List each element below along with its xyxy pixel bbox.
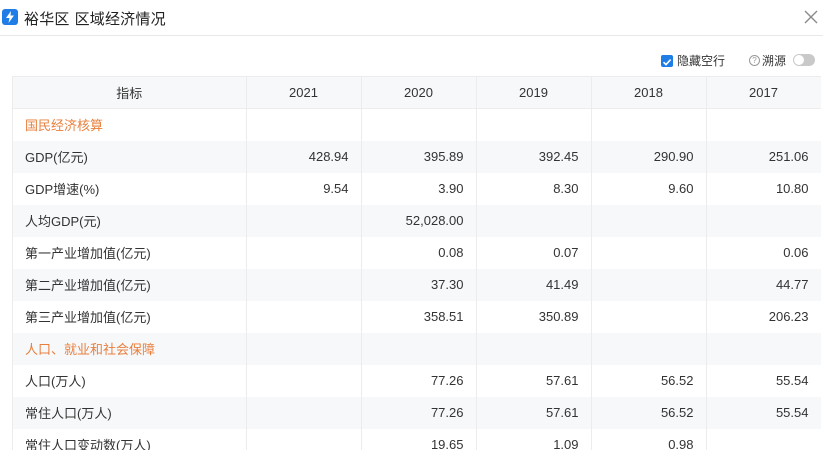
- indicator-name: 第三产业增加值(亿元): [13, 300, 247, 333]
- indicator-name: GDP(亿元): [13, 140, 247, 173]
- table-cell: 55.54: [706, 396, 821, 429]
- table-cell: 3.90: [361, 172, 477, 205]
- table-row: GDP增速(%) 9.54 3.90 8.30 9.60 10.80: [13, 172, 821, 205]
- table-cell: 37.30: [361, 268, 477, 301]
- column-header-indicator: 指标: [13, 76, 247, 109]
- column-header-year: 2017: [706, 76, 821, 109]
- indicator-name: 常住人口(万人): [13, 396, 247, 429]
- table-cell: 428.94: [246, 140, 362, 173]
- table-cell: 52,028.00: [361, 204, 477, 237]
- indicator-name: 常住人口变动数(万人): [13, 428, 247, 450]
- table-cell: [706, 332, 821, 365]
- table-row: 常住人口(万人) 77.26 57.61 56.52 55.54: [13, 396, 821, 429]
- table-cell: 290.90: [591, 140, 707, 173]
- table-cell: 206.23: [706, 300, 821, 333]
- section-title: 人口、就业和社会保障: [13, 332, 247, 365]
- table-cell: [476, 204, 592, 237]
- table-cell: [591, 204, 707, 237]
- table-cell: [246, 364, 362, 397]
- table-cell: [591, 268, 707, 301]
- table-cell: 8.30: [476, 172, 592, 205]
- table-cell: [246, 236, 362, 269]
- table-row: 人均GDP(元) 52,028.00: [13, 204, 821, 237]
- table-cell: 56.52: [591, 396, 707, 429]
- table-cell: 44.77: [706, 268, 821, 301]
- table-cell: [246, 300, 362, 333]
- table-row: 第三产业增加值(亿元) 358.51 350.89 206.23: [13, 300, 821, 333]
- table-cell: 77.26: [361, 396, 477, 429]
- table-cell: 57.61: [476, 396, 592, 429]
- checkbox-check-icon: [662, 59, 672, 66]
- table-header-row: 指标 2021 2020 2019 2018 2017: [13, 76, 821, 109]
- table-cell: [246, 204, 362, 237]
- column-header-year: 2021: [246, 76, 362, 109]
- table-cell: [706, 428, 821, 450]
- indicator-name: 人口(万人): [13, 364, 247, 397]
- table-row: 人口(万人) 77.26 57.61 56.52 55.54: [13, 364, 821, 397]
- window-titlebar: 裕华区 区域经济情况: [0, 0, 823, 36]
- economy-table-container[interactable]: 指标 2021 2020 2019 2018 2017 国民经济核算 GDP(亿元) 428.…: [12, 76, 821, 450]
- table-cell: 41.49: [476, 268, 592, 301]
- table-cell: [591, 236, 707, 269]
- table-cell: 395.89: [361, 140, 477, 173]
- indicator-name: 第一产业增加值(亿元): [13, 236, 247, 269]
- table-cell: [706, 204, 821, 237]
- table-cell: [361, 108, 477, 141]
- lightning-icon: [2, 9, 18, 25]
- table-cell: [361, 332, 477, 365]
- table-cell: 358.51: [361, 300, 477, 333]
- table-cell: 10.80: [706, 172, 821, 205]
- table-cell: 0.98: [591, 428, 707, 450]
- table-cell: [706, 108, 821, 141]
- table-cell: 350.89: [476, 300, 592, 333]
- table-row: GDP(亿元) 428.94 395.89 392.45 290.90 251.06: [13, 140, 821, 173]
- indicator-name: 人均GDP(元): [13, 204, 247, 237]
- economy-table: 指标 2021 2020 2019 2018 2017 国民经济核算 GDP(亿元) 428.…: [13, 76, 821, 450]
- hide-empty-label[interactable]: 隐藏空行: [677, 52, 725, 69]
- table-cell: 56.52: [591, 364, 707, 397]
- section-row: 人口、就业和社会保障: [13, 332, 821, 365]
- table-cell: 9.54: [246, 172, 362, 205]
- column-header-year: 2020: [361, 76, 477, 109]
- source-label: 溯源: [762, 54, 787, 68]
- table-cell: [246, 396, 362, 429]
- table-cell: [591, 108, 707, 141]
- table-cell: [246, 332, 362, 365]
- section-title: 国民经济核算: [13, 108, 247, 141]
- table-cell: 0.08: [361, 236, 477, 269]
- section-row: 国民经济核算: [13, 108, 821, 141]
- table-cell: [476, 332, 592, 365]
- table-cell: 57.61: [476, 364, 592, 397]
- table-row: 常住人口变动数(万人) 19.65 1.09 0.98: [13, 428, 821, 450]
- indicator-name: GDP增速(%): [13, 172, 247, 205]
- table-cell: [246, 428, 362, 450]
- hide-empty-checkbox[interactable]: [661, 55, 673, 67]
- table-row: 第二产业增加值(亿元) 37.30 41.49 44.77: [13, 268, 821, 301]
- table-row: 第一产业增加值(亿元) 0.08 0.07 0.06: [13, 236, 821, 269]
- table-cell: [246, 108, 362, 141]
- question-icon[interactable]: ?: [749, 55, 760, 66]
- table-cell: 392.45: [476, 140, 592, 173]
- column-header-year: 2018: [591, 76, 707, 109]
- table-cell: [591, 300, 707, 333]
- indicator-name: 第二产业增加值(亿元): [13, 268, 247, 301]
- source-toggle[interactable]: [793, 54, 815, 66]
- table-cell: 77.26: [361, 364, 477, 397]
- table-cell: 19.65: [361, 428, 477, 450]
- table-cell: 1.09: [476, 428, 592, 450]
- table-cell: 0.06: [706, 236, 821, 269]
- table-cell: [476, 108, 592, 141]
- table-toolbar: 隐藏空行 ? 溯源: [0, 51, 823, 71]
- table-cell: 9.60: [591, 172, 707, 205]
- window-title: 裕华区 区域经济情况: [24, 10, 166, 28]
- toggle-knob: [794, 55, 804, 65]
- table-cell: 251.06: [706, 140, 821, 173]
- table-cell: 55.54: [706, 364, 821, 397]
- table-cell: 0.07: [476, 236, 592, 269]
- column-header-year: 2019: [476, 76, 592, 109]
- table-cell: [246, 268, 362, 301]
- table-cell: [591, 332, 707, 365]
- close-icon[interactable]: [803, 9, 819, 25]
